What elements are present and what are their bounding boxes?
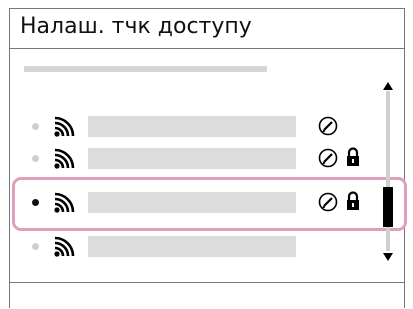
edit-settings-icon xyxy=(318,148,338,168)
wifi-icon xyxy=(54,148,75,169)
page-title: Налаш. тчк доступу xyxy=(20,14,252,39)
title-bar: Налаш. тчк доступу xyxy=(10,9,404,49)
selection-highlight xyxy=(12,177,407,231)
wifi-icon xyxy=(54,116,75,137)
access-point-row-2[interactable] xyxy=(10,145,406,173)
footer-divider xyxy=(10,282,404,283)
wifi-icon xyxy=(54,236,75,257)
access-point-row-4[interactable] xyxy=(10,233,406,261)
access-point-name-placeholder xyxy=(88,236,296,257)
scroll-down-arrow-icon[interactable] xyxy=(383,253,393,261)
radio-indicator xyxy=(32,243,39,250)
radio-indicator xyxy=(32,155,39,162)
access-point-settings-screen: Налаш. тчк доступу xyxy=(9,8,407,308)
access-point-name-placeholder xyxy=(88,116,296,137)
access-point-row-1[interactable] xyxy=(10,113,406,141)
list-header-placeholder xyxy=(24,66,267,72)
access-point-name-placeholder xyxy=(88,148,296,169)
scrollbar-track[interactable] xyxy=(386,91,390,251)
edit-settings-icon xyxy=(318,116,338,136)
scrollbar-thumb[interactable] xyxy=(383,187,393,227)
scroll-up-arrow-icon[interactable] xyxy=(383,82,393,90)
lock-icon xyxy=(347,147,359,166)
radio-indicator xyxy=(32,123,39,130)
